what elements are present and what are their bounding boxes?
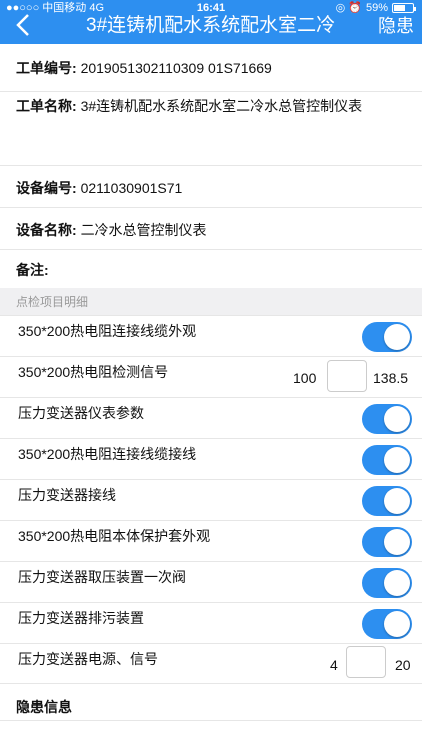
work-order-name-label: 工单名称:	[16, 98, 77, 114]
toggle-switch[interactable]	[362, 609, 412, 639]
value-input[interactable]	[327, 360, 367, 392]
list-item: 压力变送器电源、信号 4 20	[0, 644, 422, 684]
list-item: 350*200热电阻检测信号 100 138.5	[0, 357, 422, 398]
hidden-danger-input[interactable]	[0, 720, 422, 750]
hidden-danger-title: 隐患信息	[16, 699, 72, 715]
hidden-danger-button[interactable]: 隐患	[378, 14, 414, 38]
back-button[interactable]	[8, 10, 38, 40]
device-number-label: 设备编号:	[16, 180, 77, 196]
list-item: 压力变送器排污装置	[0, 603, 422, 644]
toggle-switch[interactable]	[362, 445, 412, 475]
range-min: 100	[293, 370, 317, 386]
app-header: ●●○○○ 中国移动 4G 16:41 ◎ ⏰ 59% 3#连铸机配水系统配水室…	[0, 0, 422, 44]
range-max: 20	[395, 657, 411, 673]
toggle-switch[interactable]	[362, 527, 412, 557]
device-name-value: 二冷水总管控制仪表	[80, 222, 207, 238]
work-order-number-label: 工单编号:	[16, 60, 77, 76]
list-item: 压力变送器取压装置一次阀	[0, 562, 422, 603]
item-label: 压力变送器取压装置一次阀	[18, 569, 186, 585]
item-label: 压力变送器仪表参数	[18, 405, 144, 421]
item-label: 压力变送器排污装置	[18, 610, 144, 626]
work-order-name-row: 工单名称: 3#连铸机配水系统配水室二冷水总管控制仪表	[0, 92, 422, 166]
work-order-number-row: 工单编号: 2019051302110309 01S71669	[0, 44, 422, 92]
device-name-row: 设备名称: 二冷水总管控制仪表	[0, 208, 422, 250]
list-item: 压力变送器接线	[0, 480, 422, 521]
list-item: 350*200热电阻连接线缆外观	[0, 316, 422, 357]
item-label: 350*200热电阻检测信号	[18, 364, 169, 380]
remark-row: 备注:	[0, 250, 422, 288]
work-order-name-value: 3#连铸机配水系统配水室二冷水总管控制仪表	[80, 98, 363, 114]
item-label: 350*200热电阻连接线缆接线	[18, 446, 197, 462]
item-label: 350*200热电阻连接线缆外观	[18, 323, 197, 339]
item-label: 压力变送器接线	[18, 487, 116, 503]
alarm-icon: ◎ ⏰	[335, 2, 362, 14]
range-min: 4	[330, 657, 338, 673]
work-order-number-value: 2019051302110309 01S71669	[80, 60, 272, 76]
remark-label: 备注:	[16, 262, 49, 278]
battery-icon	[392, 3, 416, 13]
range-max: 138.5	[373, 370, 409, 386]
value-input[interactable]	[346, 646, 386, 678]
toggle-switch[interactable]	[362, 568, 412, 598]
item-label: 压力变送器电源、信号	[18, 651, 158, 667]
item-label: 350*200热电阻本体保护套外观	[18, 528, 211, 544]
list-item: 350*200热电阻连接线缆接线	[0, 439, 422, 480]
page-title: 3#连铸机配水系统配水室二冷水	[86, 15, 336, 36]
toggle-switch[interactable]	[362, 322, 412, 352]
device-name-label: 设备名称:	[16, 222, 77, 238]
device-number-row: 设备编号: 0211030901S71	[0, 166, 422, 208]
list-item: 350*200热电阻本体保护套外观	[0, 521, 422, 562]
checklist-section-title: 点检项目明细	[0, 288, 422, 316]
device-number-value: 0211030901S71	[80, 180, 183, 196]
toggle-switch[interactable]	[362, 486, 412, 516]
toggle-switch[interactable]	[362, 404, 412, 434]
chevron-left-icon	[16, 14, 29, 36]
list-item: 压力变送器仪表参数	[0, 398, 422, 439]
